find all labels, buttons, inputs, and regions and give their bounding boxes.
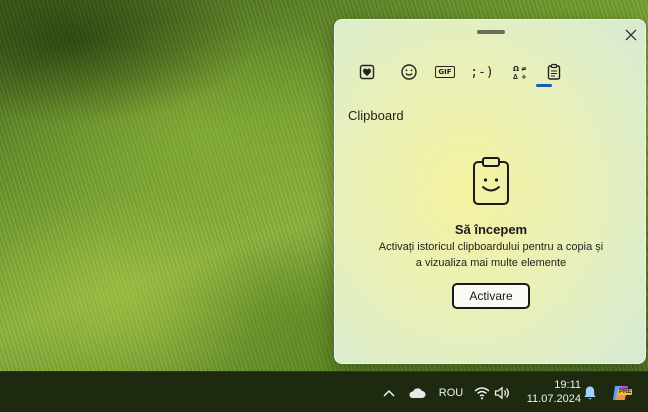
clipboard-icon <box>547 63 561 80</box>
show-hidden-icons-button[interactable] <box>380 372 398 412</box>
tab-favorites[interactable] <box>351 58 383 86</box>
section-title: Clipboard <box>348 108 404 123</box>
copilot-preview-badge: PRE <box>618 389 633 395</box>
volume-button[interactable] <box>494 372 510 412</box>
tab-emoji[interactable] <box>393 58 425 86</box>
symbols-icon: Ω ≠ ∆ + <box>513 65 527 81</box>
speaker-icon <box>494 385 509 400</box>
activate-button[interactable]: Activare <box>452 283 530 309</box>
kaomoji-icon: ;-) <box>470 64 494 80</box>
hero-title: Să începem <box>454 222 528 237</box>
gif-icon: GIF <box>435 66 455 78</box>
bell-icon <box>584 386 596 399</box>
network-button[interactable] <box>474 372 490 412</box>
wifi-icon <box>474 386 490 399</box>
hero-description: Activați istoricul clipboardului pentru … <box>378 241 604 269</box>
clipboard-smile-icon <box>473 157 509 205</box>
clock[interactable]: 19:11 11.07.2024 <box>521 378 581 406</box>
svg-text:∆: ∆ <box>513 73 518 81</box>
svg-text:Ω: Ω <box>513 65 519 73</box>
tab-kaomoji[interactable]: ;-) <box>466 58 498 86</box>
emoji-clipboard-panel: GIF ;-) Ω ≠ ∆ + Clipboard Să începem Act… <box>334 19 646 364</box>
svg-text:+: + <box>521 73 527 81</box>
clock-time: 19:11 <box>554 379 581 391</box>
selected-tab-indicator <box>536 84 552 87</box>
onedrive-button[interactable] <box>407 372 427 412</box>
panel-tabs: GIF ;-) Ω ≠ ∆ + <box>345 58 565 88</box>
close-icon <box>625 29 637 41</box>
close-button[interactable] <box>621 25 641 45</box>
smiley-icon <box>401 64 417 80</box>
cloud-icon <box>409 387 426 398</box>
tab-symbols[interactable]: Ω ≠ ∆ + <box>505 58 537 86</box>
tab-clipboard[interactable] <box>538 58 570 86</box>
chevron-up-icon <box>383 389 395 397</box>
taskbar: ROU 19:11 11.07.2024 <box>0 371 648 412</box>
heart-clipboard-icon <box>359 64 375 80</box>
svg-text:≠: ≠ <box>521 65 527 73</box>
drag-handle[interactable] <box>477 30 505 34</box>
tab-gif[interactable]: GIF <box>429 58 461 86</box>
language-indicator[interactable]: ROU <box>437 372 465 412</box>
notifications-button[interactable] <box>581 372 599 412</box>
clock-date: 11.07.2024 <box>526 393 581 405</box>
